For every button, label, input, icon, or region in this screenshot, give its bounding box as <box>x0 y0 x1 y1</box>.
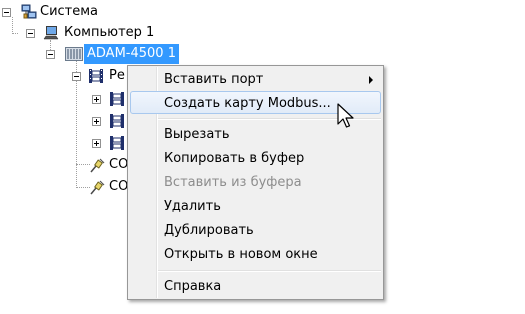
menu-item-copy[interactable]: Копировать в буфер <box>130 147 381 170</box>
tree-item-register[interactable] <box>0 111 130 131</box>
menu-item-label: Удалить <box>164 199 221 214</box>
submenu-arrow-icon <box>369 76 373 84</box>
collapse-toggle[interactable] <box>26 29 35 38</box>
expand-toggle[interactable] <box>92 95 101 104</box>
tree-item-register[interactable] <box>0 133 130 153</box>
menu-item-open-new-window[interactable]: Открыть в новом окне <box>130 243 381 266</box>
tree-item-port[interactable]: CO <box>0 155 130 175</box>
menu-item-label: Вставить порт <box>164 72 264 87</box>
register-film-icon <box>110 136 124 150</box>
tree-item-label: CO <box>109 179 129 194</box>
register-film-icon <box>110 114 124 128</box>
menu-item-label: Копировать в буфер <box>164 151 305 166</box>
menu-separator <box>158 270 381 272</box>
menu-item-insert-port[interactable]: Вставить порт <box>130 68 381 91</box>
menu-item-paste: Вставить из буфера <box>130 171 381 194</box>
tree-item-register-group[interactable]: Ре <box>0 66 130 86</box>
menu-item-duplicate[interactable]: Дублировать <box>130 219 381 242</box>
tree-item-system[interactable]: Система <box>0 2 140 22</box>
menu-item-label: Вставить из буфера <box>164 175 302 190</box>
collapse-toggle[interactable] <box>2 8 11 17</box>
expand-toggle[interactable] <box>92 117 101 126</box>
tree-item-label: Ре <box>109 68 125 83</box>
context-menu: Вставить порт Создать карту Modbus... Вы… <box>127 65 384 300</box>
tree-item-device[interactable]: ADAM-4500 1 <box>0 44 200 64</box>
mouse-pointer-icon <box>337 103 354 128</box>
menu-item-label: Вырезать <box>164 127 230 142</box>
selected-item-label: ADAM-4500 1 <box>84 44 179 64</box>
collapse-toggle[interactable] <box>46 50 55 59</box>
menu-item-delete[interactable]: Удалить <box>130 195 381 218</box>
tree-item-label: Система <box>40 4 99 19</box>
menu-item-label: Открыть в новом окне <box>164 247 318 262</box>
menu-item-label: Справка <box>164 279 222 294</box>
menu-item-help[interactable]: Справка <box>130 275 381 298</box>
tree-item-label: Компьютер 1 <box>64 25 155 40</box>
tree-item-register[interactable] <box>0 89 130 109</box>
register-film-icon <box>89 69 103 83</box>
port-plug-icon <box>90 180 105 195</box>
register-film-icon <box>110 92 124 106</box>
network-system-icon <box>21 4 37 19</box>
tree-item-label: CO <box>109 157 129 172</box>
port-plug-icon <box>90 158 105 173</box>
tree-item-computer[interactable]: Компьютер 1 <box>0 23 200 43</box>
menu-item-label: Создать карту Modbus... <box>164 96 331 111</box>
device-module-icon <box>65 47 83 61</box>
tree-item-port[interactable]: CO <box>0 177 130 197</box>
expand-toggle[interactable] <box>92 139 101 148</box>
menu-item-label: Дублировать <box>164 223 254 238</box>
collapse-toggle[interactable] <box>72 72 81 81</box>
computer-icon <box>43 26 59 40</box>
